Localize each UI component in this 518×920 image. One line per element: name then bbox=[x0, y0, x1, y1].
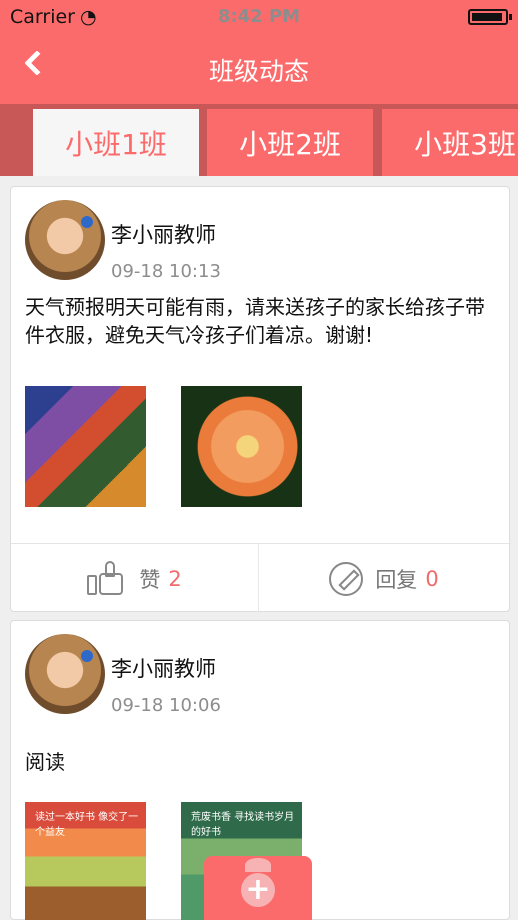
reply-button[interactable]: 回复 0 bbox=[260, 544, 508, 614]
post-time: 09-18 10:13 bbox=[111, 261, 221, 282]
tab-class-2[interactable]: 小班2班 bbox=[207, 109, 373, 176]
post-time: 09-18 10:06 bbox=[111, 695, 221, 716]
book-photo-1[interactable]: 读过一本好书 像交了一个益友 bbox=[25, 802, 146, 920]
post-text: 阅读 bbox=[25, 750, 65, 774]
flower-photo-2[interactable] bbox=[181, 386, 302, 507]
add-post-button[interactable]: + bbox=[204, 856, 312, 920]
hair-flower-icon bbox=[81, 650, 93, 662]
reply-count: 0 bbox=[425, 567, 439, 591]
like-label: 赞 bbox=[139, 568, 161, 592]
avatar bbox=[25, 634, 105, 714]
status-time: 8:42 PM bbox=[217, 6, 301, 27]
top-bar: Carrier ◔ 8:42 PM 班级动态 bbox=[0, 0, 518, 104]
page-title: 班级动态 bbox=[208, 57, 309, 86]
battery-icon bbox=[468, 9, 508, 25]
photo-caption: 荒废书香 寻找读书岁月的好书 bbox=[191, 812, 295, 838]
reply-label: 回复 bbox=[375, 568, 418, 592]
edit-icon bbox=[329, 562, 364, 596]
tab-class-3[interactable]: 小班3班 bbox=[382, 109, 518, 176]
avatar bbox=[25, 200, 105, 280]
status-bar: Carrier ◔ 8:42 PM bbox=[0, 0, 518, 34]
post-card: 李小丽教师 09-18 10:13 天气预报明天可能有雨，请来送孩子的家长给孩子… bbox=[10, 186, 511, 614]
flower-photo-1[interactable] bbox=[25, 386, 146, 507]
hair-flower-icon bbox=[81, 216, 93, 228]
author-name: 李小丽教师 bbox=[111, 223, 216, 247]
post-text: 天气预报明天可能有雨，请来送孩子的家长给孩子带件衣服，避免天气冷孩子们着凉。谢谢… bbox=[25, 295, 485, 347]
author-name: 李小丽教师 bbox=[111, 657, 216, 681]
like-button[interactable]: 赞 2 bbox=[11, 544, 259, 614]
plus-icon: + bbox=[241, 873, 275, 907]
tab-class-1[interactable]: 小班1班 bbox=[33, 109, 199, 176]
post-actions: 赞 2 回复 0 bbox=[11, 543, 511, 614]
thumbs-up-icon bbox=[87, 561, 127, 597]
like-count: 2 bbox=[168, 567, 182, 591]
photo-caption: 读过一本好书 像交了一个益友 bbox=[35, 812, 139, 838]
battery-tip bbox=[509, 14, 512, 20]
flower-icon bbox=[245, 858, 271, 872]
class-tabs: 小班1班 小班2班 小班3班 bbox=[0, 104, 518, 176]
